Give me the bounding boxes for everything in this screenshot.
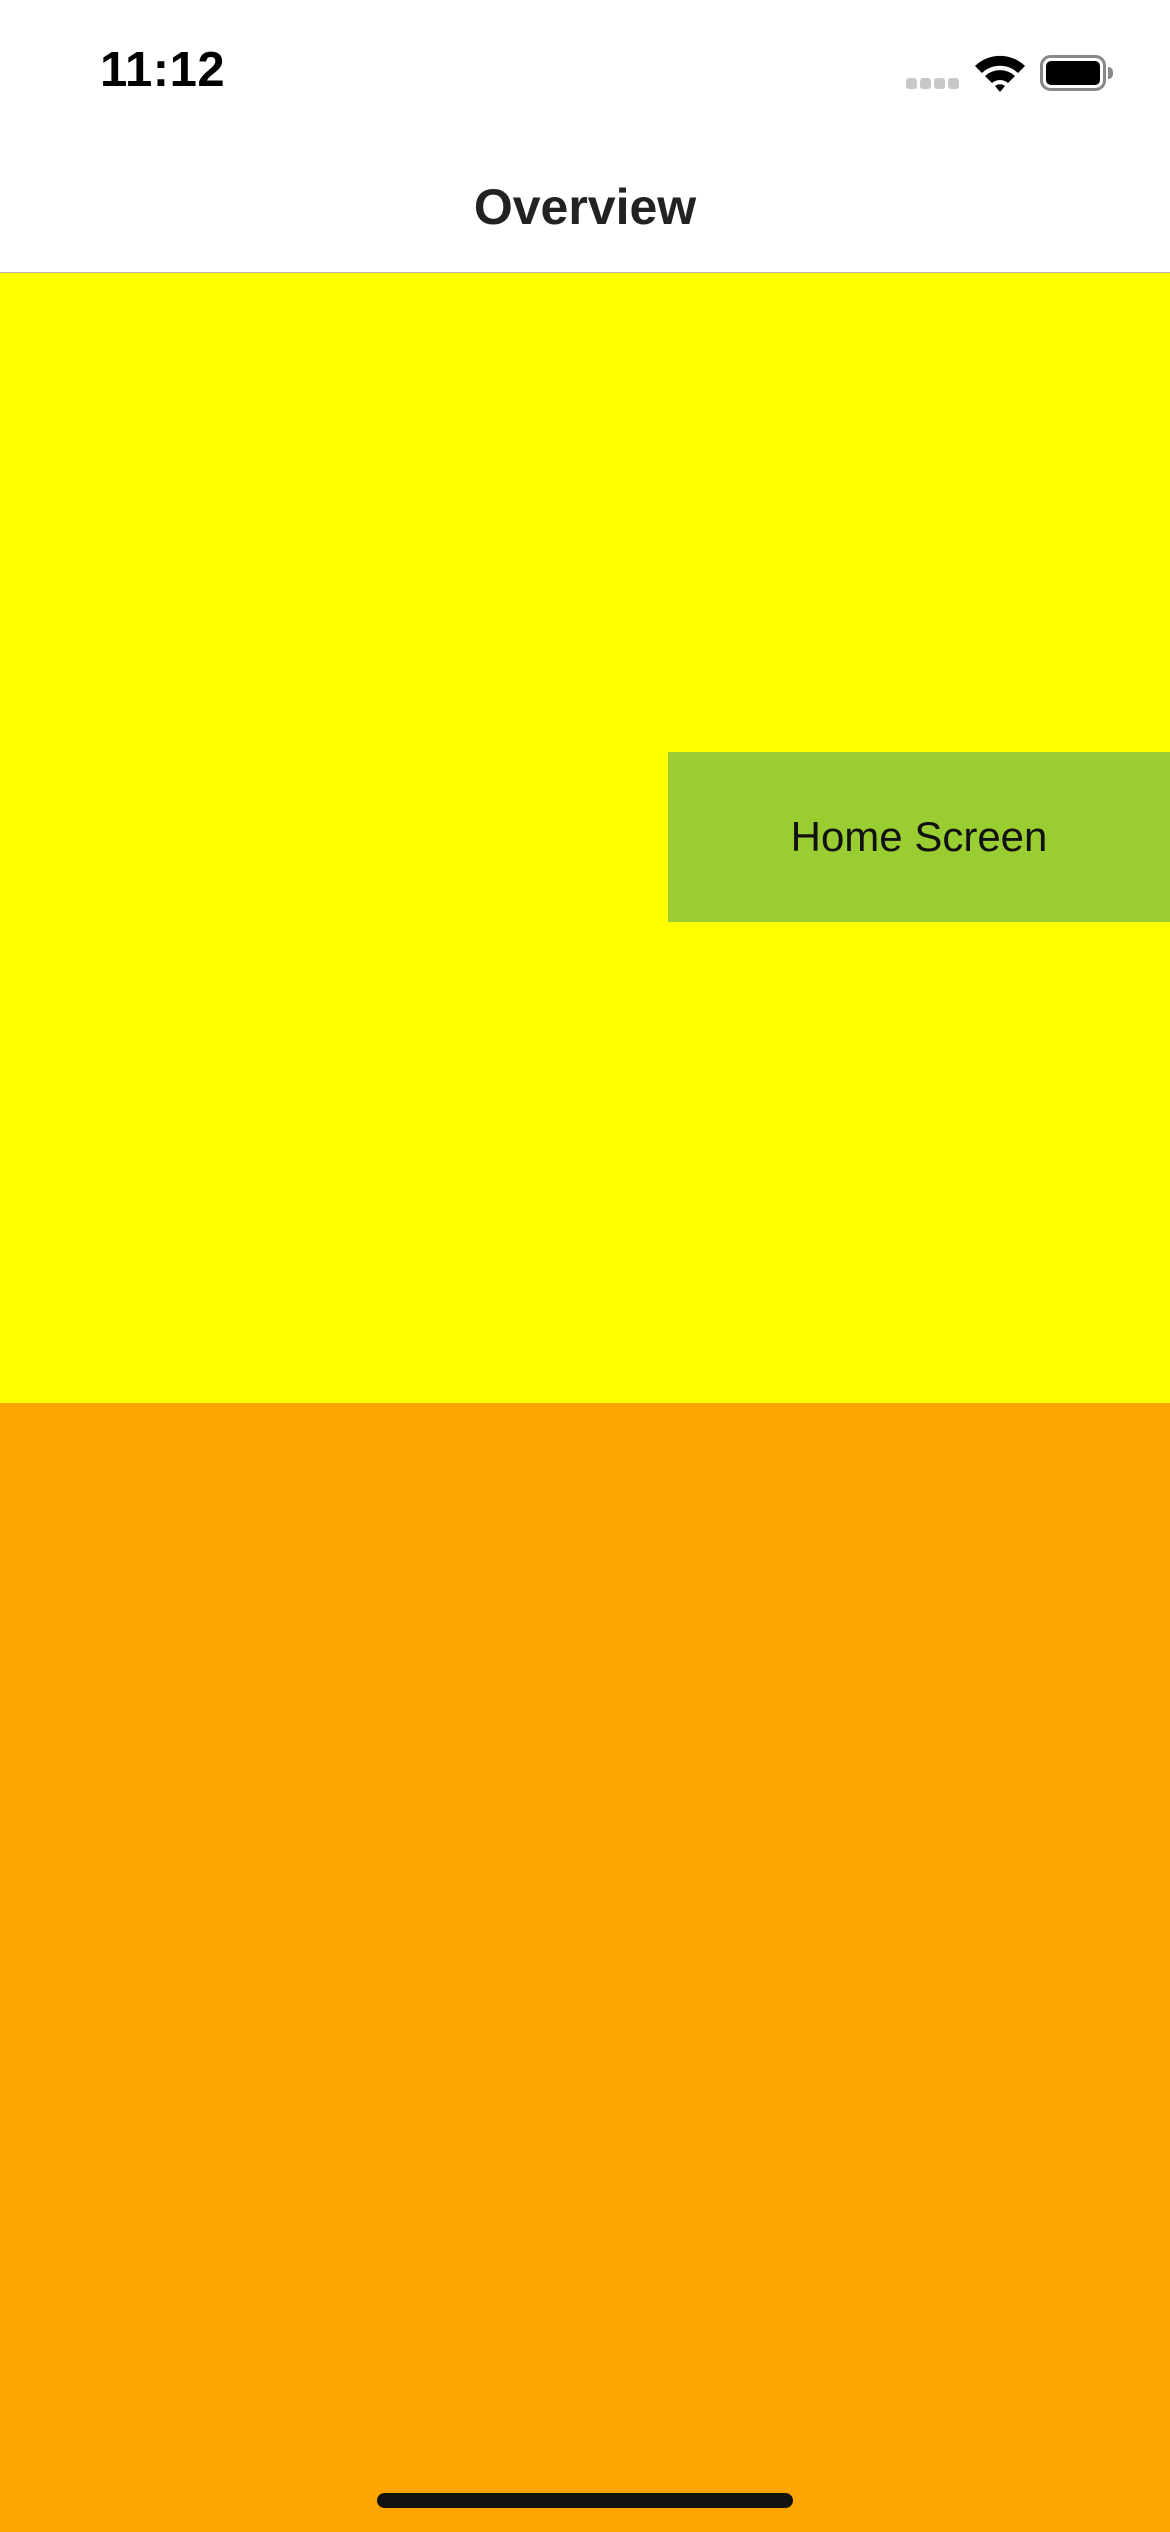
wifi-icon [975,55,1025,92]
page-title: Overview [473,179,697,235]
status-bar: 11:12 [0,0,1170,140]
cellular-signal-icon [906,78,960,90]
bottom-panel [0,1403,1170,2532]
home-screen-button[interactable]: Home Screen [668,752,1170,922]
home-indicator[interactable] [377,2493,793,2508]
status-time: 11:12 [100,43,226,97]
navigation-bar: Overview [0,140,1170,273]
battery-icon [1040,55,1113,91]
